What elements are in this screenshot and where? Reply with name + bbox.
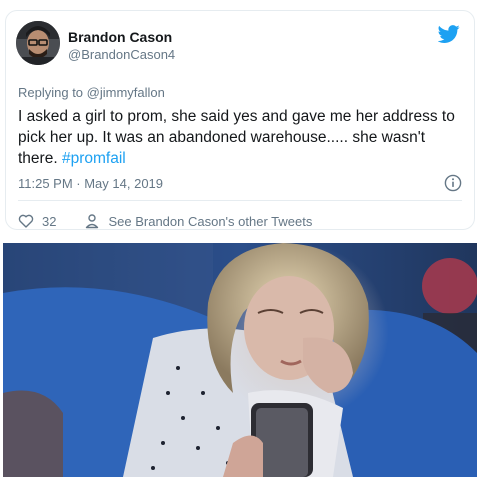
twitter-bird-icon[interactable] xyxy=(438,23,460,45)
tweet-timestamp[interactable]: 11:25 PM · May 14, 2019 xyxy=(18,176,163,191)
woman-using-phone-photo xyxy=(3,243,477,477)
author-handle[interactable]: @BrandonCason4 xyxy=(68,47,175,62)
hashtag-link[interactable]: #promfail xyxy=(62,150,126,167)
author-profile-link[interactable]: See Brandon Cason's other Tweets xyxy=(84,213,312,229)
person-icon xyxy=(86,214,99,229)
reply-handle-link[interactable]: @jimmyfallon xyxy=(87,85,165,100)
heart-icon xyxy=(18,214,34,228)
profile-link-label: See Brandon Cason's other Tweets xyxy=(108,213,313,229)
reply-prefix: Replying to xyxy=(18,85,87,100)
like-button[interactable]: 32 xyxy=(18,213,84,229)
tweet-body: I asked a girl to prom, she said yes and… xyxy=(18,106,458,169)
reply-context: Replying to @jimmyfallon xyxy=(18,85,165,100)
like-count: 32 xyxy=(42,213,57,229)
action-divider xyxy=(18,200,462,201)
info-icon[interactable] xyxy=(444,174,462,192)
embedded-tweet-card[interactable]: Brandon Cason @BrandonCason4 Replying to… xyxy=(5,10,475,230)
tweet-actions: 32 See Brandon Cason's other Tweets xyxy=(18,212,312,230)
author-name[interactable]: Brandon Cason xyxy=(68,29,172,45)
author-avatar[interactable] xyxy=(16,21,60,65)
